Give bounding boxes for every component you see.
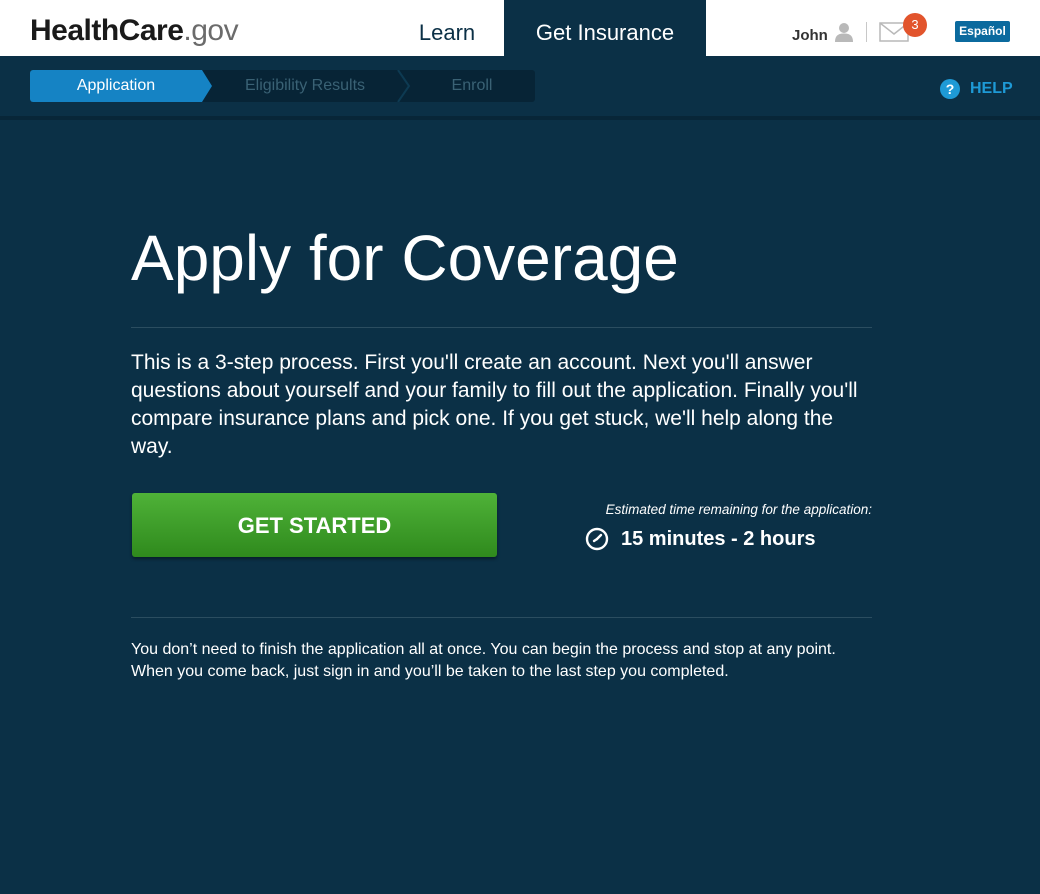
estimated-time-value: 15 minutes - 2 hours (621, 527, 816, 550)
step-eligibility-results: Eligibility Results (244, 77, 366, 94)
help-label: HELP (970, 80, 1013, 97)
get-started-button[interactable]: GET STARTED (132, 493, 497, 557)
clock-icon (585, 527, 609, 551)
step-arrow (202, 70, 212, 102)
estimated-time-label: Estimated time remaining for the applica… (605, 502, 872, 517)
user-icon[interactable] (834, 22, 854, 42)
help-link[interactable]: ? HELP (940, 78, 1013, 100)
logo-main-text: HealthCare (30, 14, 184, 47)
help-icon: ? (940, 79, 960, 99)
logo-suffix-text: .gov (183, 14, 239, 47)
estimated-time-row: 15 minutes - 2 hours (585, 526, 816, 552)
healthcare-gov-logo[interactable]: HealthCare.gov (30, 12, 239, 50)
application-progress-bar: Application Eligibility Results Enroll (30, 70, 535, 102)
user-name[interactable]: John (792, 27, 828, 44)
page-title: Apply for Coverage (131, 222, 679, 294)
step-application[interactable]: Application (30, 70, 202, 102)
nav-learn[interactable]: Learn (390, 0, 504, 56)
nav-get-insurance[interactable]: Get Insurance (504, 0, 706, 56)
step-separator-chevron (397, 70, 411, 102)
content-divider-bottom (131, 617, 872, 618)
save-progress-note: You don’t need to finish the application… (131, 641, 836, 680)
content-divider-top (131, 327, 872, 328)
espanol-language-button[interactable]: Español (955, 21, 1010, 42)
intro-paragraph: This is a 3-step process. First you'll c… (131, 351, 858, 458)
top-header: HealthCare.gov Learn Get Insurance John … (0, 0, 1040, 56)
header-bottom-rule (0, 116, 1040, 120)
header-divider (866, 22, 867, 42)
mail-count-badge: 3 (903, 13, 927, 37)
step-enroll: Enroll (451, 77, 493, 94)
